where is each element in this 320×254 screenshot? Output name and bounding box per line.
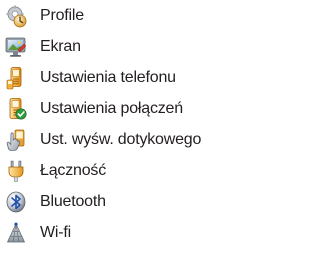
menu-item-touch-display[interactable]: Ust. wyśw. dotykowego — [0, 124, 244, 155]
menu-item-label: Łączność — [40, 161, 106, 179]
menu-item-label: Profile — [40, 6, 84, 24]
menu-item-profile[interactable]: Profile — [0, 0, 244, 31]
profiles-gear-icon — [3, 4, 29, 28]
menu-item-display[interactable]: Ekran — [0, 31, 244, 62]
menu-item-bluetooth[interactable]: Bluetooth — [0, 186, 244, 217]
menu-item-label: Ekran — [40, 37, 81, 55]
display-monitor-icon — [3, 35, 29, 59]
menu-item-label: Ustawienia telefonu — [40, 68, 176, 86]
menu-item-wifi[interactable]: Wi-fi — [0, 217, 244, 248]
touch-hand-icon — [3, 128, 29, 152]
menu-item-call-settings[interactable]: Ustawienia połączeń — [0, 93, 244, 124]
phone-settings-icon — [3, 66, 29, 90]
menu-item-label: Bluetooth — [40, 192, 106, 210]
wifi-antenna-icon — [3, 221, 29, 245]
menu-item-connectivity[interactable]: Łączność — [0, 155, 244, 186]
menu-item-label: Wi-fi — [40, 223, 71, 241]
bluetooth-icon — [3, 190, 29, 214]
usb-connector-icon — [3, 159, 29, 183]
settings-menu: Profile Ekran Ustawienia telefonu Ustawi… — [0, 0, 244, 254]
menu-item-phone-settings[interactable]: Ustawienia telefonu — [0, 62, 244, 93]
call-settings-icon — [3, 97, 29, 121]
menu-item-label: Ustawienia połączeń — [40, 99, 183, 117]
menu-item-label: Ust. wyśw. dotykowego — [40, 130, 202, 148]
